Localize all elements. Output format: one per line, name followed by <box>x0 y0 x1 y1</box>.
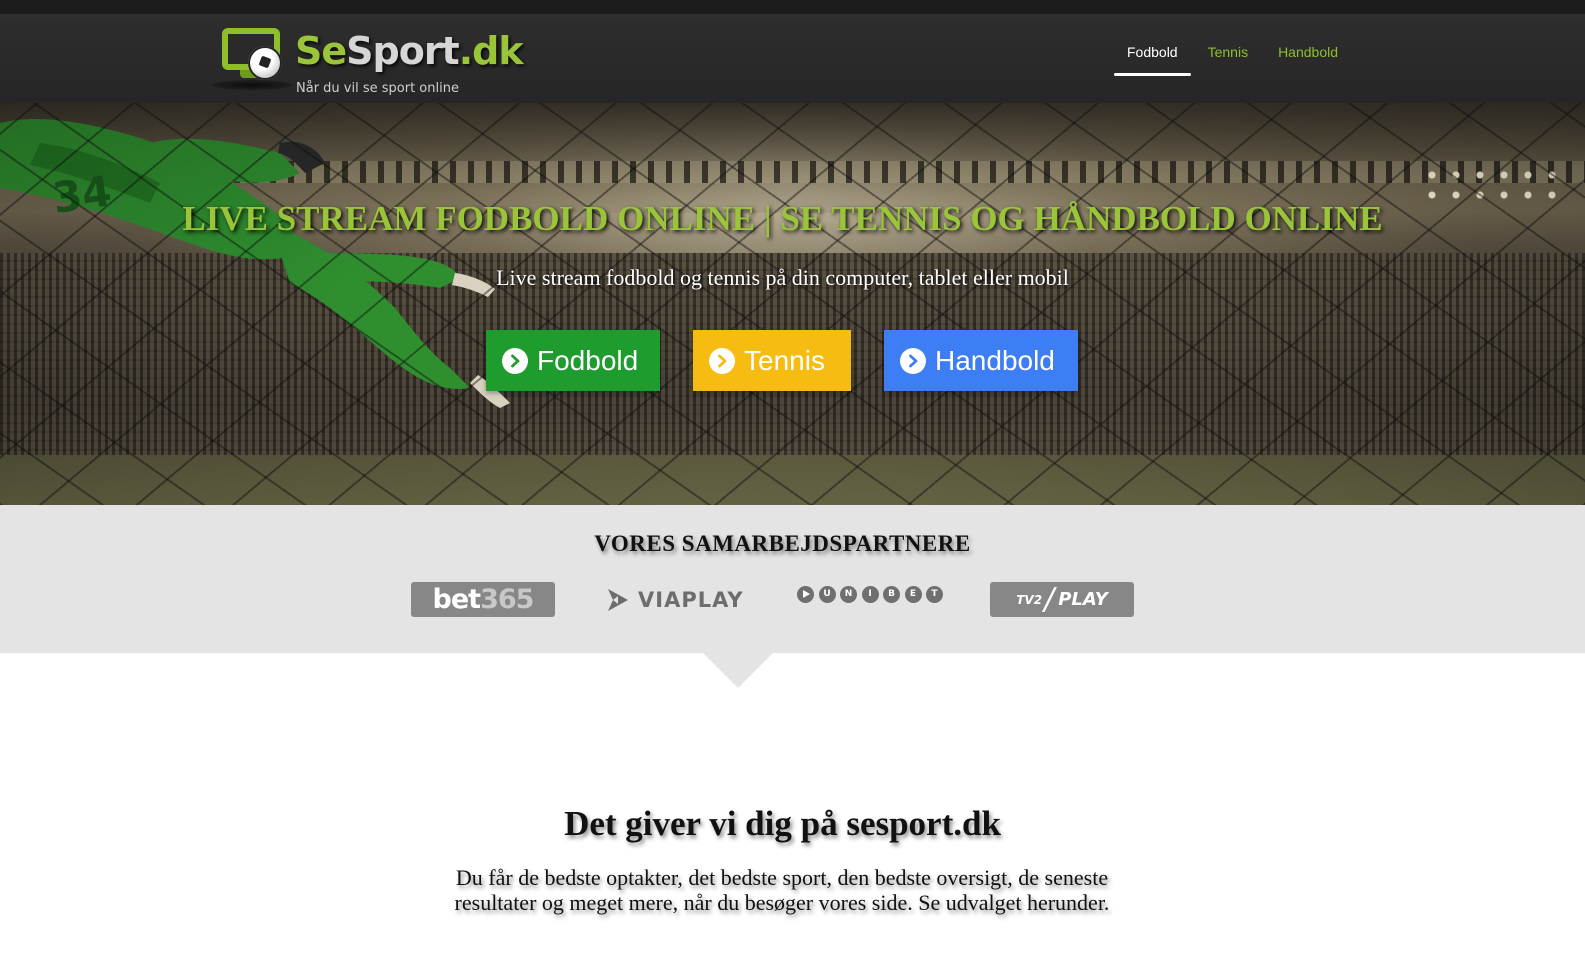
handbold-button-label: Handbold <box>935 344 1055 376</box>
partner-logo-bet365[interactable]: bet 365 <box>411 582 555 617</box>
partners-section: VORES SAMARBEJDSPARTNERE bet 365 VIAPLAY … <box>0 505 1585 653</box>
unibet-letter: I <box>861 585 879 603</box>
chevron-right-circle-icon <box>502 347 528 374</box>
nav-item-handbold[interactable]: Handbold <box>1263 28 1353 76</box>
main-nav: Fodbold Tennis Handbold <box>1112 28 1353 76</box>
chevron-right-circle-icon <box>709 347 735 374</box>
nav-item-tennis[interactable]: Tennis <box>1193 28 1263 76</box>
football-icon <box>248 46 282 80</box>
hero-subtitle: Live stream fodbold og tennis på din com… <box>496 265 1069 290</box>
tennis-button[interactable]: Tennis <box>693 330 851 391</box>
site-header: SeSport.dk Når du vil se sport online Fo… <box>0 14 1585 103</box>
partner-logo-viaplay[interactable]: VIAPLAY <box>604 582 749 617</box>
tv2-play-text: PLAY <box>1058 589 1108 610</box>
handbold-button[interactable]: Handbold <box>884 330 1078 391</box>
tennis-button-label: Tennis <box>744 344 825 376</box>
hero-title: LIVE STREAM FODBOLD ONLINE | SE TENNIS O… <box>182 199 1383 238</box>
partner-logo-tv2play[interactable]: TV2 / PLAY <box>990 582 1134 617</box>
tv2-slash: / <box>1044 581 1055 617</box>
hero-banner: 34 LIVE STREAM FODBOLD ONLINE | SE TENNI… <box>0 103 1585 505</box>
logo-wordmark: SeSport.dk <box>295 28 524 74</box>
unibet-letter: N <box>840 585 857 603</box>
bet365-text-365: 365 <box>480 584 534 615</box>
fodbold-button[interactable]: Fodbold <box>486 330 660 391</box>
site-logo[interactable]: SeSport.dk Når du vil se sport online <box>212 24 524 96</box>
unibet-letter: B <box>883 585 900 603</box>
chevron-right-circle-icon <box>900 347 926 374</box>
partner-logo-unibet[interactable]: U N I B E T <box>797 583 943 605</box>
logo-text-sport: Sport <box>346 29 460 73</box>
content-text: Du får de bedste optakter, det bedste sp… <box>454 865 1110 915</box>
section-pointer-arrow <box>703 653 773 688</box>
viaplay-text: VIAPLAY <box>638 587 744 612</box>
nav-item-fodbold[interactable]: Fodbold <box>1112 28 1193 76</box>
top-strip <box>0 0 1585 14</box>
content-title: Det giver vi dig på sesport.dk <box>564 804 1001 843</box>
unibet-letter: U <box>818 585 836 603</box>
logo-text-dk: .dk <box>458 29 524 73</box>
unibet-play-icon <box>797 585 814 603</box>
logo-text-se: Se <box>295 29 347 73</box>
unibet-letter: T <box>926 585 943 603</box>
logo-shadow <box>212 80 292 90</box>
viaplay-play-icon <box>608 588 628 611</box>
fodbold-button-label: Fodbold <box>537 344 639 376</box>
logo-tagline: Når du vil se sport online <box>296 81 459 96</box>
bet365-text-bet: bet <box>432 584 482 615</box>
tv2-text: TV2 <box>1016 592 1043 607</box>
hero-vignette <box>0 103 1585 505</box>
unibet-letter: E <box>904 585 922 603</box>
partners-title: VORES SAMARBEJDSPARTNERE <box>594 531 971 556</box>
